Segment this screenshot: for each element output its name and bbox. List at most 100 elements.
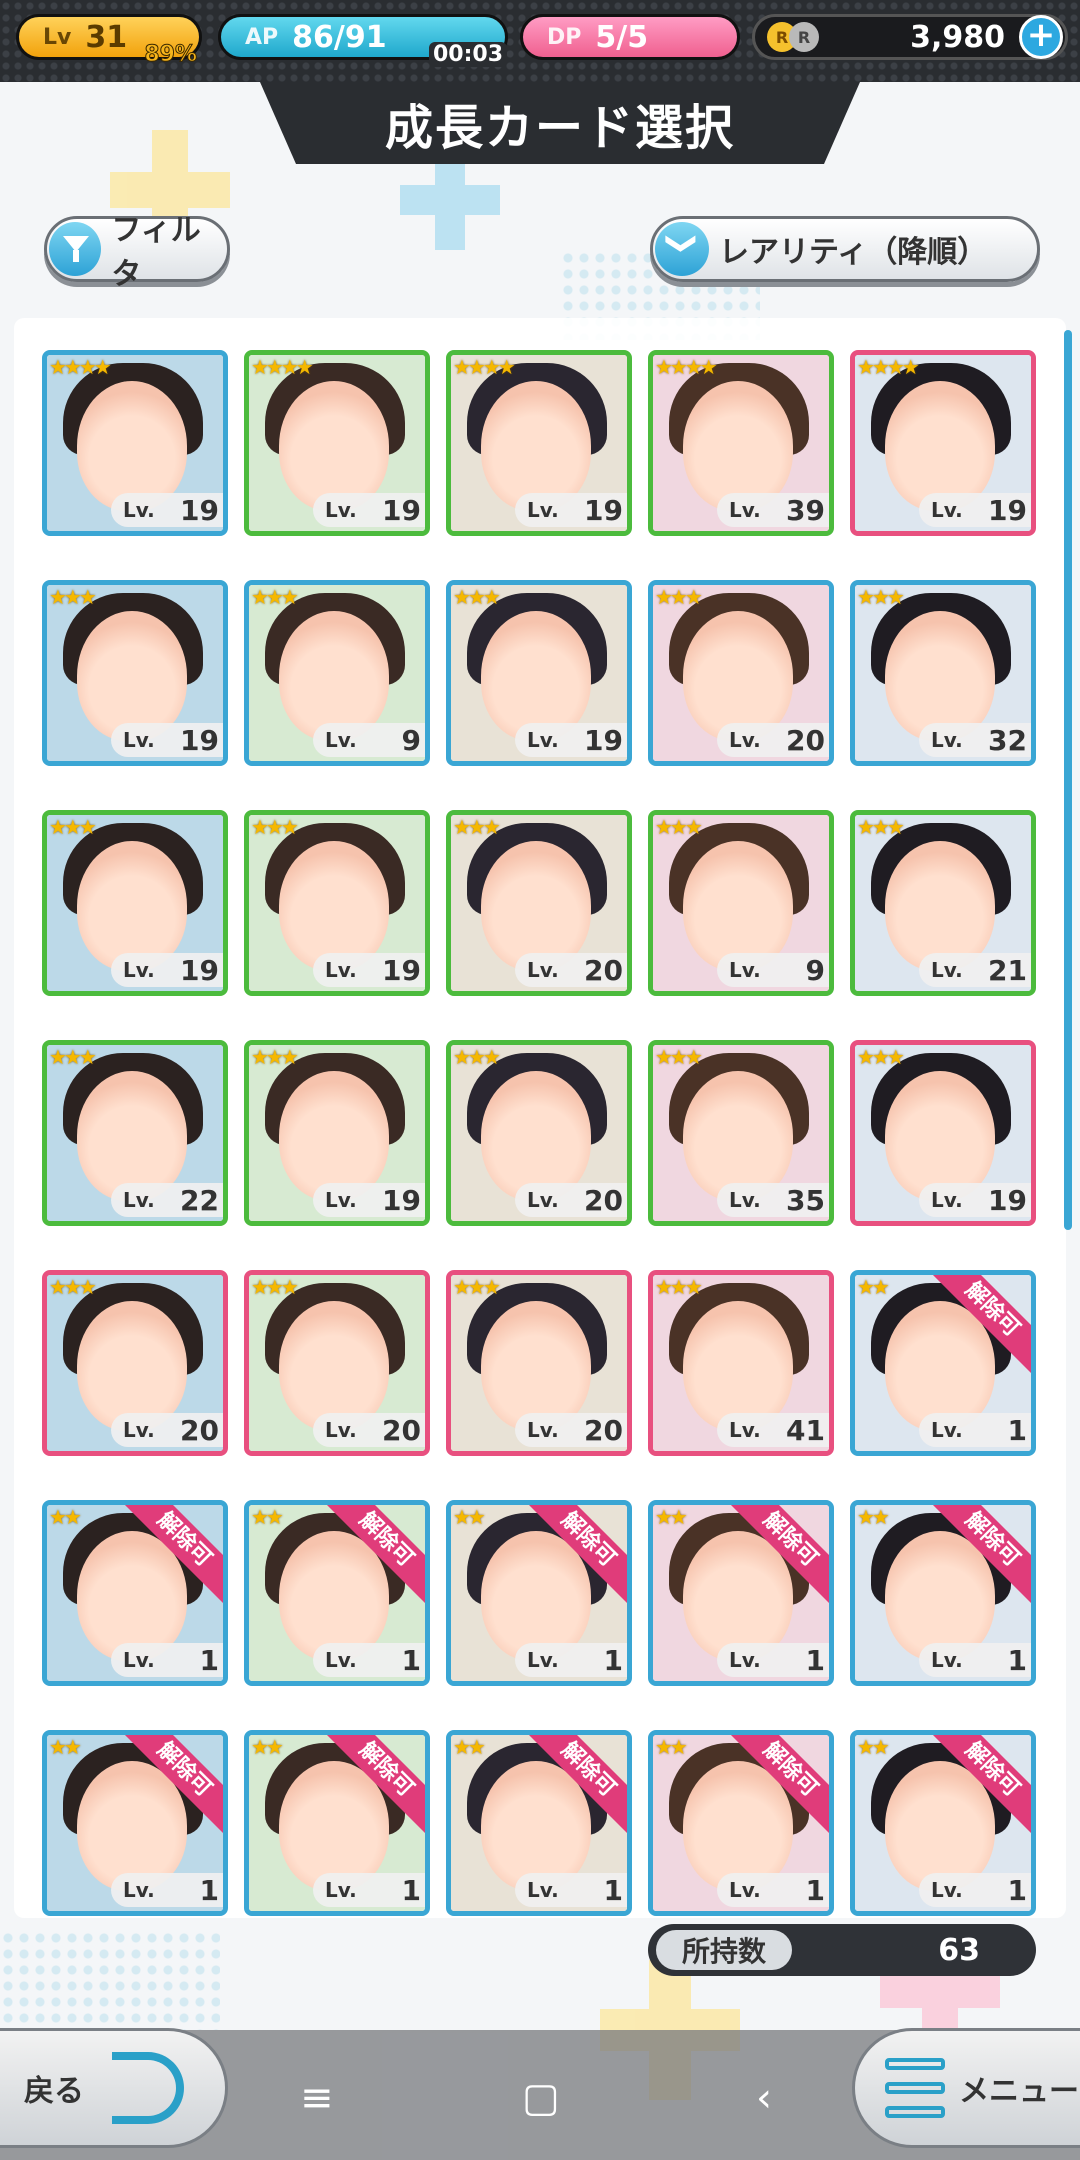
level-label: Lv. <box>325 728 357 752</box>
card-item[interactable]: ★★★ Lv. 20 <box>42 1270 228 1456</box>
level-value: 41 <box>786 1413 825 1447</box>
coin-icon: R <box>789 22 819 52</box>
card-item[interactable]: ★★★ Lv. 9 <box>244 580 430 766</box>
card-level: Lv. 22 <box>111 1183 223 1217</box>
card-item[interactable]: ★★★ Lv. 20 <box>446 810 632 996</box>
level-label: Lv. <box>325 1188 357 1212</box>
menu-button[interactable]: メニュー <box>852 2028 1080 2148</box>
level-value: 1 <box>401 1643 421 1677</box>
currency-value: 3,980 <box>910 19 1005 55</box>
card-level: Lv. 19 <box>919 493 1031 527</box>
level-value: 20 <box>786 723 825 757</box>
level-value: 1 <box>1007 1643 1027 1677</box>
card-item[interactable]: ★★★ Lv. 20 <box>244 1270 430 1456</box>
level-label: Lv. <box>931 958 963 982</box>
card-item[interactable]: ★★ 解除可 Lv. 1 <box>42 1730 228 1916</box>
level-value: 20 <box>584 1413 623 1447</box>
card-item[interactable]: ★★ 解除可 Lv. 1 <box>42 1500 228 1686</box>
filter-button[interactable]: フィルタ <box>44 213 230 292</box>
background-decoration <box>0 1930 220 2030</box>
card-item[interactable]: ★★★ Lv. 19 <box>850 1040 1036 1226</box>
card-item[interactable]: ★★ 解除可 Lv. 1 <box>446 1730 632 1916</box>
background-decoration <box>400 150 500 250</box>
level-label: Lv. <box>931 1418 963 1442</box>
rarity-stars: ★★★ <box>453 815 501 839</box>
level-label: Lv. <box>527 1418 559 1442</box>
level-value: 19 <box>180 493 219 527</box>
card-item[interactable]: ★★★ Lv. 19 <box>244 810 430 996</box>
level-label: Lv. <box>729 498 761 522</box>
card-item[interactable]: ★★★ Lv. 19 <box>42 810 228 996</box>
card-level: Lv. 1 <box>111 1873 223 1907</box>
level-value: 35 <box>786 1183 825 1217</box>
card-item[interactable]: ★★★★ Lv. 19 <box>42 350 228 536</box>
card-item[interactable]: ★★★★ Lv. 19 <box>446 350 632 536</box>
rarity-stars: ★★★ <box>655 815 703 839</box>
level-label: Lv. <box>527 1648 559 1672</box>
rarity-stars: ★★★ <box>251 585 299 609</box>
card-item[interactable]: ★★★★ Lv. 39 <box>648 350 834 536</box>
card-item[interactable]: ★★★ Lv. 19 <box>446 580 632 766</box>
card-item[interactable]: ★★★ Lv. 19 <box>42 580 228 766</box>
level-label: Lv. <box>123 1648 155 1672</box>
level-value: 32 <box>988 723 1027 757</box>
rarity-stars: ★★★ <box>453 1275 501 1299</box>
level-value: 1 <box>805 1873 825 1907</box>
rarity-stars: ★★ <box>857 1735 890 1759</box>
add-currency-button[interactable]: + <box>1019 15 1063 59</box>
level-value: 20 <box>180 1413 219 1447</box>
scrollbar[interactable] <box>1064 330 1072 1230</box>
card-item[interactable]: ★★★ Lv. 41 <box>648 1270 834 1456</box>
card-level: Lv. 1 <box>919 1873 1031 1907</box>
rarity-stars: ★★ <box>251 1505 284 1529</box>
card-item[interactable]: ★★★★ Lv. 19 <box>850 350 1036 536</box>
level-label: Lv. <box>123 1188 155 1212</box>
card-level: Lv. 35 <box>717 1183 829 1217</box>
card-item[interactable]: ★★★ Lv. 20 <box>648 580 834 766</box>
level-value: 1 <box>603 1873 623 1907</box>
back-arrow-icon <box>112 2052 184 2124</box>
card-item[interactable]: ★★ 解除可 Lv. 1 <box>244 1500 430 1686</box>
card-level: Lv. 1 <box>717 1873 829 1907</box>
sort-button[interactable]: レアリティ（降順） <box>650 216 1040 282</box>
level-value: 20 <box>584 1183 623 1217</box>
card-item[interactable]: ★★★ Lv. 20 <box>446 1040 632 1226</box>
card-item[interactable]: ★★★ Lv. 22 <box>42 1040 228 1226</box>
card-item[interactable]: ★★ 解除可 Lv. 1 <box>648 1730 834 1916</box>
card-item[interactable]: ★★★ Lv. 9 <box>648 810 834 996</box>
owned-value: 63 <box>938 1932 980 1968</box>
player-level: 31 <box>85 19 128 55</box>
menu-list-icon <box>885 2058 945 2118</box>
card-item[interactable]: ★★ 解除可 Lv. 1 <box>850 1730 1036 1916</box>
level-label: Lv. <box>325 958 357 982</box>
level-label: Lv. <box>729 1188 761 1212</box>
system-recents-icon[interactable]: ≡ <box>300 2075 334 2121</box>
page-title-banner: 成長カード選択 <box>260 82 860 164</box>
player-level-gauge: Lv 31 89% <box>16 14 202 68</box>
system-back-icon[interactable]: ‹ <box>756 2075 772 2121</box>
level-value: 20 <box>382 1413 421 1447</box>
system-home-icon[interactable]: ▢ <box>522 2075 560 2121</box>
card-item[interactable]: ★★★★ Lv. 19 <box>244 350 430 536</box>
card-item[interactable]: ★★ 解除可 Lv. 1 <box>850 1500 1036 1686</box>
card-level: Lv. 19 <box>919 1183 1031 1217</box>
rarity-stars: ★★ <box>655 1735 688 1759</box>
level-label: Lv. <box>325 1418 357 1442</box>
rarity-stars: ★★ <box>857 1505 890 1529</box>
rarity-stars: ★★ <box>857 1275 890 1299</box>
level-label: Lv. <box>527 498 559 522</box>
card-item[interactable]: ★★ 解除可 Lv. 1 <box>244 1730 430 1916</box>
card-item[interactable]: ★★★ Lv. 21 <box>850 810 1036 996</box>
card-item[interactable]: ★★ 解除可 Lv. 1 <box>648 1500 834 1686</box>
card-item[interactable]: ★★ 解除可 Lv. 1 <box>446 1500 632 1686</box>
card-item[interactable]: ★★★ Lv. 32 <box>850 580 1036 766</box>
level-label: Lv. <box>729 728 761 752</box>
level-value: 19 <box>382 493 421 527</box>
rarity-stars: ★★★★ <box>857 355 920 379</box>
card-item[interactable]: ★★★ Lv. 20 <box>446 1270 632 1456</box>
card-item[interactable]: ★★★ Lv. 19 <box>244 1040 430 1226</box>
owned-label: 所持数 <box>656 1930 793 1970</box>
card-item[interactable]: ★★★ Lv. 35 <box>648 1040 834 1226</box>
card-item[interactable]: ★★ 解除可 Lv. 1 <box>850 1270 1036 1456</box>
back-button[interactable]: 戻る <box>0 2028 228 2148</box>
